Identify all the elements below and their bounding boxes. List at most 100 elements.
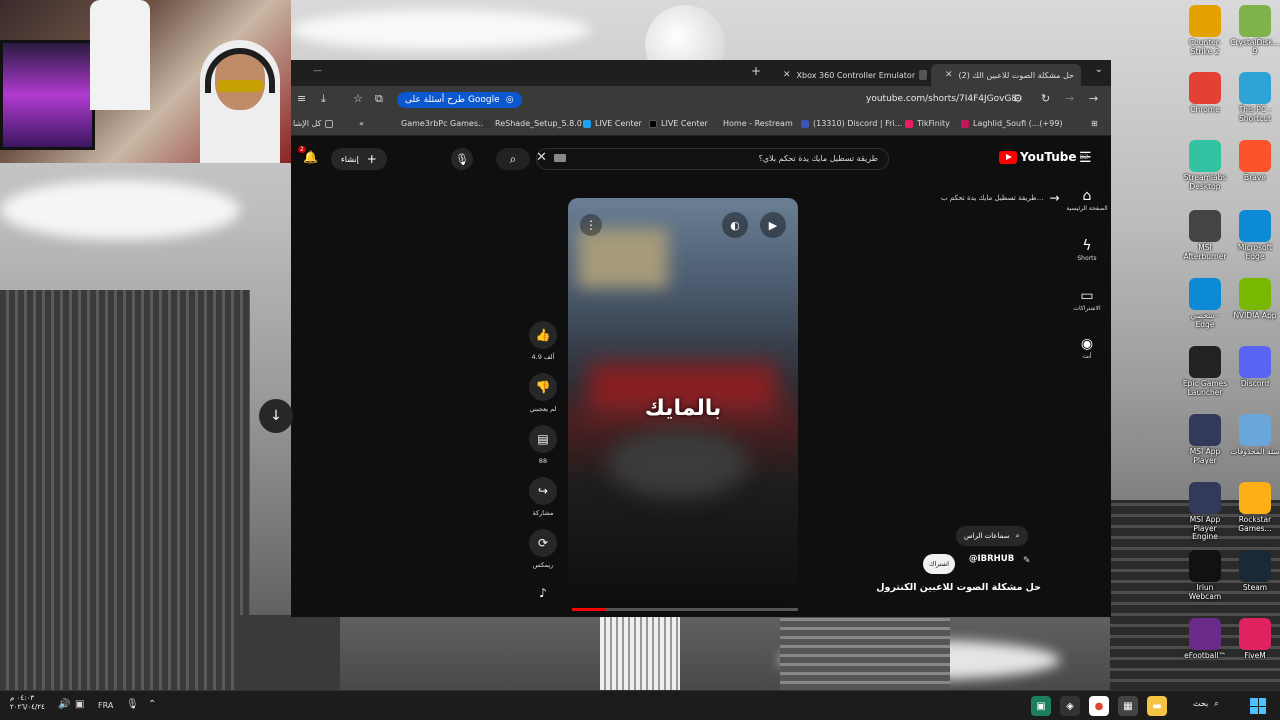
bookmark-overflow[interactable]: « [359,119,364,128]
desktop-shortcut[interactable]: NVIDIA App [1230,278,1280,321]
tab-xbox-emulator[interactable]: ✕ Xbox 360 Controller Emulator [769,64,939,86]
tab-search-chevron-icon[interactable]: ⌄ [1095,64,1103,75]
close-tab-icon[interactable]: ✕ [945,70,953,80]
comments-button[interactable]: ▤ 88 [528,425,558,465]
desktop-shortcut[interactable]: MSI Afterburner [1180,210,1230,261]
desktop-shortcut[interactable]: Iriun Webcam [1180,550,1230,601]
forward-icon[interactable]: → [1065,92,1074,105]
file-explorer-taskbar-icon[interactable]: ▬ [1147,696,1167,716]
guide-item-home[interactable]: ⌂ الصفحة الرئيسية [1065,188,1109,212]
desktop-shortcut[interactable]: eFootball™ [1180,618,1230,661]
desktop-shortcut[interactable]: MSI App Player Engine [1180,482,1230,542]
youtube-logo[interactable]: YouTube DZ [999,150,1088,164]
like-button[interactable]: 👍 4.9 ألف [528,321,558,361]
desktop-shortcut[interactable]: Chrome [1180,72,1230,115]
desktop-shortcut[interactable]: Streamlabs Desktop [1180,140,1230,191]
video-progress-bar[interactable] [572,608,798,611]
taskbar-search[interactable]: بحث ⌕ [1193,699,1219,709]
share-page-icon[interactable]: ⧉ [375,92,383,106]
address-bar[interactable]: youtube.com/shorts/7I4F4JGovG8 [866,94,1017,104]
microphone-tray-icon[interactable]: 🎙 [126,699,139,710]
start-button[interactable] [1250,698,1266,714]
desktop-shortcut[interactable]: Microsoft Edge [1230,210,1280,261]
search-input[interactable]: طريقة تسطيل مايك يدة تحكم بلاي؟ [536,148,889,170]
tray-overflow-chevron-icon[interactable]: ⌃ [148,699,156,710]
tab-youtube-shorts[interactable]: ✕ (2) حل مشكلة الصوت للاعبين الك [931,64,1081,86]
desktop-shortcut[interactable]: شخصي - Edge [1180,278,1230,329]
short-title[interactable]: حل مشكلة الصوت للاعبين الكنترول [871,582,1041,593]
bookmark-item[interactable]: Laghlid_Soufi (...(+99) [961,119,1063,128]
streamlabs-taskbar-icon[interactable]: ▣ [1031,696,1051,716]
guide-item-subscriptions[interactable]: ▭ الاشتراكات [1065,288,1109,312]
desktop-shortcut[interactable]: Steam [1230,550,1280,593]
search-button[interactable]: ⌕ [496,148,530,170]
bookmark-item[interactable]: (13310) Discord | Fri... [801,119,902,128]
dislike-button[interactable]: 👎 لم يعجبني [528,373,558,413]
wallpaper-building [600,615,680,690]
desktop-shortcut[interactable]: CrystalDisk... 9 [1230,5,1280,56]
chrome-taskbar-icon[interactable]: ● [1089,696,1109,716]
bookmark-item[interactable]: TikFinity [905,119,950,128]
desktop-shortcut[interactable]: Counter-Strike 2 [1180,5,1230,56]
bookmark-star-icon[interactable]: ☆ [353,92,363,105]
menu-icon[interactable]: ≡ [297,92,306,105]
clear-search-icon[interactable]: ✕ [536,150,547,165]
close-tab-icon[interactable]: ✕ [783,70,791,80]
video-frame-detail [578,228,668,288]
webcam-pc-case [0,40,95,150]
youtube-play-logo-icon [999,150,1017,164]
desktop-shortcut[interactable]: Brave [1230,140,1280,183]
back-icon[interactable]: → [1089,92,1098,105]
short-video-player[interactable]: ⋮ ◐ ▶ بالمايك [568,198,798,608]
desktop-shortcut[interactable]: Epic Games Launcher [1180,346,1230,397]
desktop-shortcut[interactable]: This PC - Shortcut [1230,72,1280,123]
search-tag-chip[interactable]: سماعات الراس ⌕ [956,526,1028,546]
desktop-shortcut[interactable]: MSI App Player [1180,414,1230,465]
site-settings-icon[interactable]: ⚙ [1013,92,1023,105]
clock[interactable]: ٠٤:٠٣ م ٢٠٢٦/٠٤/٢٤ [10,694,45,712]
bookmark-item[interactable]: Game3rbPc Games... [401,119,486,128]
speaker-icon[interactable]: 🔊 [58,699,70,710]
voice-search-button[interactable]: 🎙 [451,148,473,170]
app-shortcut-icon [1189,278,1221,310]
channel-name[interactable]: @IBRHUB [969,554,1014,564]
desktop-shortcut[interactable]: FiveM [1230,618,1280,661]
app-taskbar-icon[interactable]: ◈ [1060,696,1080,716]
ask-google-button[interactable]: طرح أسئلة على Google ◎ [397,92,522,108]
reload-icon[interactable]: ↻ [1041,92,1050,105]
store-taskbar-icon[interactable]: ▦ [1118,696,1138,716]
guide-item-shorts[interactable]: ϟ Shorts [1065,238,1109,262]
desktop-shortcut-label: Iriun Webcam [1188,583,1222,601]
minimize-button[interactable]: — [313,66,322,76]
wallpaper-building [780,615,950,690]
remix-button[interactable]: ⟳ ريمكس [528,529,558,569]
notifications-bell-icon[interactable]: 🔔 [303,150,318,164]
network-icon[interactable]: ▣ [75,699,84,710]
bookmark-item[interactable]: ReShade_Setup_5.8.0 [483,119,582,128]
channel-avatar-icon[interactable]: ✎ [1023,556,1031,566]
new-tab-button[interactable]: + [751,64,761,78]
download-icon[interactable]: ⤓ [321,92,326,106]
previous-short-link[interactable]: طريقة تسطيل مايك يدة تحكم ب... → [941,191,1060,205]
share-button[interactable]: ↪ مشاركة [528,477,558,517]
desktop-shortcut[interactable]: سلة المحذوفات [1230,414,1280,457]
apps-grid-icon[interactable]: ⊞ [1091,119,1098,128]
search-query-text: طريقة تسطيل مايك يدة تحكم بلاي؟ [758,154,878,163]
bookmark-item[interactable]: LIVE Center [583,119,642,128]
sound-button[interactable]: ♪ [528,579,558,607]
guide-item-you[interactable]: ◉ أنت [1065,336,1109,360]
next-short-button[interactable]: ↓ [259,399,293,433]
create-button[interactable]: إنشاء + [331,148,387,170]
volume-icon[interactable]: ◐ [722,212,748,238]
bookmark-item[interactable]: Home - Restream [723,119,793,128]
play-icon[interactable]: ▶ [760,212,786,238]
bookmark-all[interactable]: كل الإشا [293,119,334,128]
desktop-shortcut[interactable]: Rockstar Games... [1230,482,1280,533]
language-indicator[interactable]: FRA [98,701,113,710]
more-options-icon[interactable]: ⋮ [580,214,602,236]
keyboard-icon[interactable] [554,154,566,162]
desktop-shortcut[interactable]: Discord [1230,346,1280,389]
subscribe-button[interactable]: اشتراك [923,554,955,574]
you-icon: ◉ [1080,336,1094,352]
bookmark-item[interactable]: LIVE Center [649,119,708,128]
